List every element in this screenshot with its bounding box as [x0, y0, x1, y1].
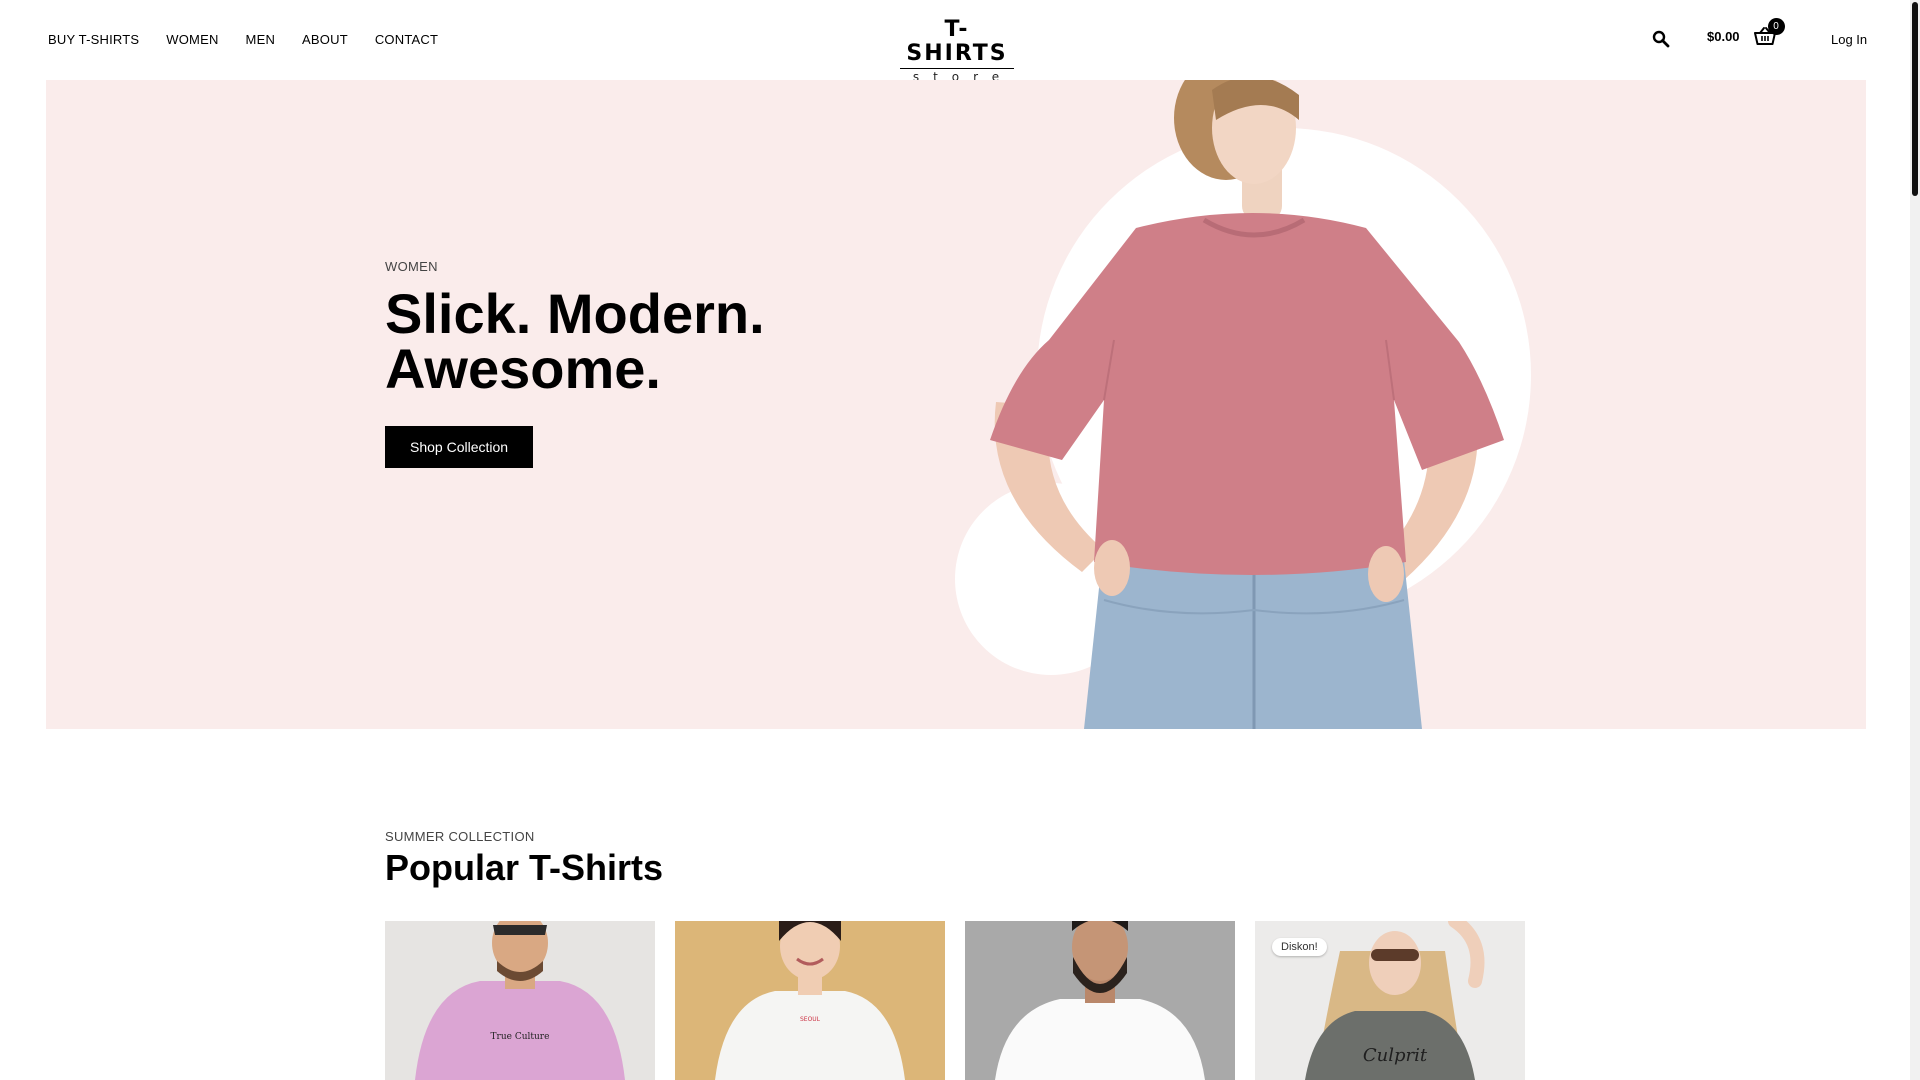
product-card[interactable]: SEOUL [675, 921, 945, 1080]
nav-item-women[interactable]: WOMEN [166, 32, 218, 47]
nav-item-about[interactable]: ABOUT [302, 32, 348, 47]
basket-icon: 0 [1753, 18, 1785, 46]
hero-model-image [990, 80, 1504, 729]
collection-eyebrow: SUMMER COLLECTION [385, 829, 535, 844]
svg-text:True Culture: True Culture [491, 1032, 550, 1042]
nav-item-buy-tshirts[interactable]: BUY T-SHIRTS [48, 32, 139, 47]
svg-text:SEOUL: SEOUL [800, 1016, 821, 1023]
hero-title: Slick. Modern. Awesome. [385, 282, 765, 400]
product-image-man-white-tshirt [965, 921, 1235, 1080]
page-scrollbar[interactable] [1910, 0, 1920, 1080]
shop-collection-button[interactable]: Shop Collection [385, 426, 534, 468]
collection-title: Popular T-Shirts [385, 847, 664, 888]
hero-title-line-2: Awesome. [385, 337, 661, 400]
sale-badge: Diskon! [1272, 938, 1327, 956]
product-card[interactable]: True Culture [385, 921, 655, 1080]
product-grid: True Culture SEOUL Culprit Diskon! [385, 921, 1525, 1080]
nav-item-men[interactable]: MEN [246, 32, 276, 47]
hero-title-line-1: Slick. Modern. [385, 282, 765, 345]
product-image-woman-white-tshirt: SEOUL [675, 921, 945, 1080]
login-link[interactable]: Log In [1831, 32, 1867, 47]
product-image-man-pink-tshirt: True Culture [385, 921, 655, 1080]
cart-total: $0.00 [1707, 28, 1740, 44]
main-nav: BUY T-SHIRTS WOMEN MEN ABOUT CONTACT [48, 32, 438, 47]
hero-banner: WOMEN Slick. Modern. Awesome. Shop Colle… [46, 80, 1866, 729]
collection-header: SUMMER COLLECTION Popular T-Shirts [385, 829, 663, 889]
site-header: BUY T-SHIRTS WOMEN MEN ABOUT CONTACT T-S… [0, 0, 1910, 85]
cart-button[interactable]: $0.00 0 [1707, 18, 1785, 46]
scrollbar-thumb[interactable] [1912, 2, 1918, 196]
svg-text:Culprit: Culprit [1363, 1045, 1428, 1066]
product-card[interactable] [965, 921, 1235, 1080]
search-icon[interactable] [1652, 30, 1670, 48]
hero-eyebrow: WOMEN [385, 259, 438, 274]
cart-count-badge: 0 [1767, 18, 1785, 35]
site-logo[interactable]: T-SHIRTS store [896, 18, 1018, 85]
logo-title: T-SHIRTS [906, 17, 1008, 66]
product-card[interactable]: Culprit Diskon! [1255, 921, 1525, 1080]
nav-item-contact[interactable]: CONTACT [375, 32, 438, 47]
hero-content: WOMEN Slick. Modern. Awesome. Shop Colle… [385, 259, 765, 468]
